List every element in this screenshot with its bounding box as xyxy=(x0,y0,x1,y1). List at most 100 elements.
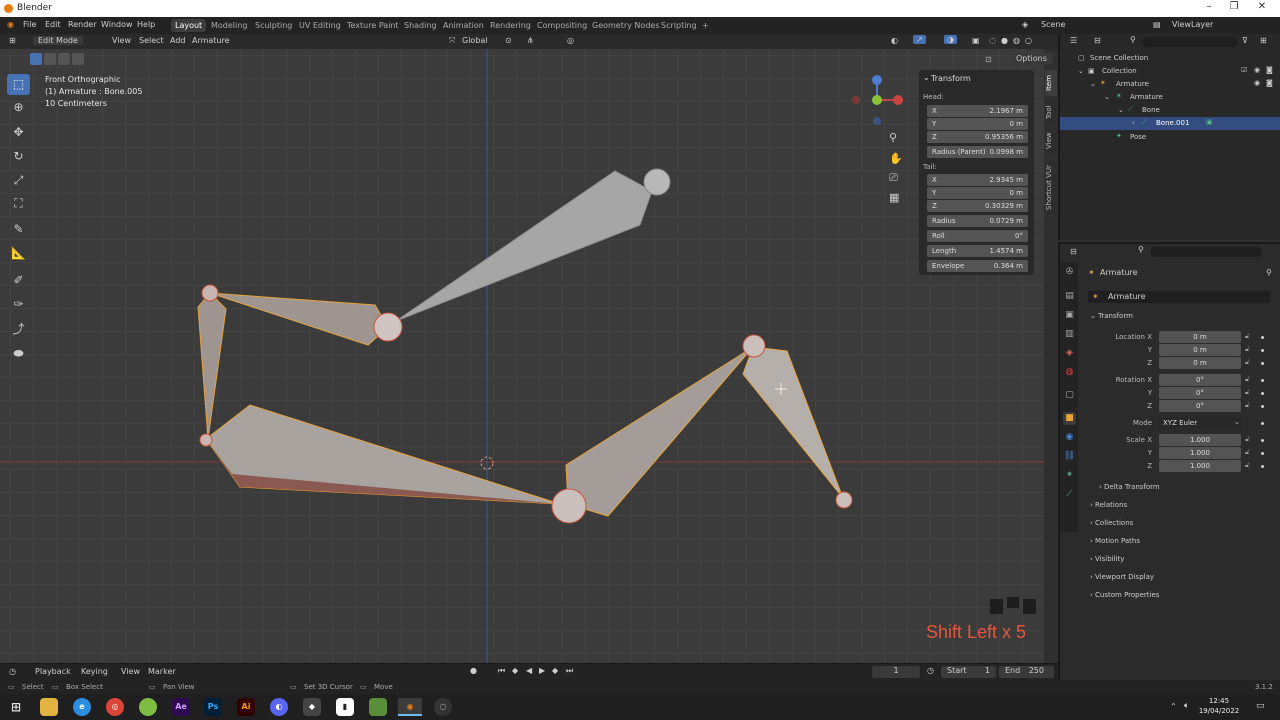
transform-tool-icon[interactable]: ⛶ xyxy=(7,193,30,214)
roll-field[interactable]: Roll 0° xyxy=(927,230,1028,242)
clock-time[interactable]: 12:45 xyxy=(1200,697,1238,705)
head-x-field[interactable]: X 2.1967 m xyxy=(927,105,1028,117)
xray-icon[interactable]: ▣ xyxy=(972,36,980,45)
keyframe-dot-icon[interactable] xyxy=(1261,405,1264,408)
scale-y-field[interactable]: 1.000 xyxy=(1159,447,1241,459)
material-shading-icon[interactable]: ◍ xyxy=(1013,36,1020,45)
after-effects-icon[interactable]: Ae xyxy=(172,698,190,716)
tab-modeling[interactable]: Modeling xyxy=(207,19,251,32)
lock-icon[interactable]: 🔓︎ xyxy=(1245,332,1250,341)
record-icon[interactable]: ● xyxy=(470,666,477,675)
grid-view-icon[interactable]: ▦ xyxy=(889,191,899,204)
display-mode-icon[interactable]: ⊟ xyxy=(1094,36,1101,45)
windows-start-icon[interactable]: ⊞ xyxy=(7,698,25,716)
keyframe-dot-icon[interactable] xyxy=(1261,465,1264,468)
clock-icon[interactable]: ◷ xyxy=(927,666,934,675)
extrude-tool-icon[interactable]: ⤴ xyxy=(7,319,30,340)
menu-select[interactable]: Select xyxy=(139,36,164,45)
tool-tab-icon[interactable]: ✇ xyxy=(1063,266,1076,279)
menu-edit[interactable]: Edit xyxy=(45,20,61,29)
tab-shading[interactable]: Shading xyxy=(400,19,441,32)
scene-selector[interactable]: Scene xyxy=(1041,20,1065,29)
lock-icon[interactable]: 🔓︎ xyxy=(1245,358,1250,367)
scale-tool-icon[interactable]: ⤢ xyxy=(7,170,30,191)
lock-icon[interactable]: 🔓︎ xyxy=(1245,448,1250,457)
location-x-field[interactable]: 0 m xyxy=(1159,331,1241,343)
app-icon[interactable]: ◌ xyxy=(434,698,452,716)
tray-chevron-icon[interactable]: ⌃ xyxy=(1170,702,1177,711)
3d-viewport[interactable]: ⚲ ✋ ⎚ ▦ xyxy=(0,49,1044,663)
render-tab-icon[interactable]: ▤ xyxy=(1063,290,1076,303)
notification-icon[interactable]: ▭ xyxy=(1256,701,1265,711)
cursor-tool-icon[interactable]: ⊕ xyxy=(7,97,30,118)
tab-shortcut-vur[interactable]: Shortcut VUr xyxy=(1045,162,1057,214)
outliner-search-input[interactable] xyxy=(1142,37,1238,47)
minimize-button[interactable]: – xyxy=(1197,1,1221,15)
add-workspace-button[interactable]: + xyxy=(698,19,713,32)
pivot-icon[interactable]: ⊙ xyxy=(505,36,512,45)
bone-envelope-tool-icon[interactable]: ⬬ xyxy=(7,343,30,364)
keyframe-dot-icon[interactable] xyxy=(1261,439,1264,442)
outliner-row[interactable]: ⌄ ▣ Collection ☑ ◉ ◙ xyxy=(1060,65,1280,78)
length-field[interactable]: Length 1.4574 m xyxy=(927,245,1028,257)
outliner-row[interactable]: ⌄ ✶ Armature xyxy=(1060,91,1280,104)
menu-marker[interactable]: Marker xyxy=(148,667,176,676)
lock-icon[interactable]: 🔓︎ xyxy=(1245,435,1250,444)
viewport-display-section[interactable]: › Viewport Display xyxy=(1090,573,1154,581)
keyframe-dot-icon[interactable] xyxy=(1261,349,1264,352)
app-icon[interactable]: ▮ xyxy=(336,698,354,716)
select-subtract-icon[interactable] xyxy=(58,53,70,65)
current-frame-field[interactable]: 1 xyxy=(872,666,920,678)
collapse-chevron-icon[interactable]: ⌄ xyxy=(923,73,930,82)
wireframe-shading-icon[interactable]: ◌ xyxy=(989,36,996,45)
minecraft-icon[interactable] xyxy=(369,698,387,716)
annotate-tool-icon[interactable]: ✎ xyxy=(7,219,30,240)
gizmo-toggle-icon[interactable]: ↗ xyxy=(913,35,926,44)
menu-add[interactable]: Add xyxy=(170,36,186,45)
volume-icon[interactable]: 🔈︎ xyxy=(1184,701,1189,711)
outliner-editor-icon[interactable]: ☰ xyxy=(1070,36,1077,45)
end-frame-field[interactable]: End 250 xyxy=(999,666,1054,678)
view-layer-selector[interactable]: ViewLayer xyxy=(1172,20,1213,29)
camera-render-icon[interactable]: ◙ xyxy=(1266,79,1273,87)
scale-x-field[interactable]: 1.000 xyxy=(1159,434,1241,446)
snap-icon[interactable]: ⋔ xyxy=(527,36,534,45)
menu-keying[interactable]: Keying xyxy=(81,667,108,676)
motion-paths-section[interactable]: › Motion Paths xyxy=(1090,537,1140,545)
outliner-row[interactable]: ⌄ ⟋ Bone xyxy=(1060,104,1280,117)
select-new-icon[interactable] xyxy=(30,53,42,65)
menu-file[interactable]: File xyxy=(23,20,36,29)
view-layer-tab-icon[interactable]: ▥ xyxy=(1063,328,1076,341)
menu-view[interactable]: View xyxy=(121,667,140,676)
select-invert-icon[interactable] xyxy=(72,53,84,65)
edge-icon[interactable]: e xyxy=(73,698,91,716)
rendered-shading-icon[interactable]: ○ xyxy=(1025,36,1032,45)
rotation-y-field[interactable]: 0° xyxy=(1159,387,1241,399)
tab-animation[interactable]: Animation xyxy=(439,19,488,32)
visibility-section[interactable]: › Visibility xyxy=(1090,555,1124,563)
tab-rendering[interactable]: Rendering xyxy=(486,19,535,32)
outliner-row[interactable]: ✦ Pose xyxy=(1060,131,1280,144)
delta-transform-section[interactable]: › Delta Transform xyxy=(1099,483,1160,491)
search-icon[interactable]: ⚲ xyxy=(1130,35,1136,44)
outliner-row-selected[interactable]: › ⟋ Bone.001 ▣ xyxy=(1060,117,1280,130)
collection-tab-icon[interactable]: ▢ xyxy=(1063,389,1076,402)
close-button[interactable]: ✕ xyxy=(1250,1,1274,15)
jump-start-icon[interactable]: ⏮ xyxy=(498,666,505,676)
rotation-z-field[interactable]: 0° xyxy=(1159,400,1241,412)
play-reverse-icon[interactable]: ◀ xyxy=(526,666,532,675)
tab-layout[interactable]: Layout xyxy=(171,19,207,32)
tab-scripting[interactable]: Scripting xyxy=(657,19,701,32)
eye-icon[interactable]: ◉ xyxy=(1254,79,1260,87)
tail-z-field[interactable]: Z 0.30329 m xyxy=(927,200,1028,212)
overlay-toggle-icon[interactable]: ◑ xyxy=(944,35,957,44)
custom-properties-section[interactable]: › Custom Properties xyxy=(1090,591,1159,599)
tab-texture-paint[interactable]: Texture Paint xyxy=(343,19,403,32)
play-icon[interactable]: ▶ xyxy=(539,666,545,675)
photoshop-icon[interactable]: Ps xyxy=(204,698,222,716)
properties-editor-icon[interactable]: ⊟ xyxy=(1070,247,1077,256)
keyframe-dot-icon[interactable] xyxy=(1261,362,1264,365)
measure-tool-icon[interactable]: 📐 xyxy=(7,243,30,264)
mode-selector[interactable]: Edit Mode xyxy=(33,36,83,45)
visibility-icon[interactable]: ◐ xyxy=(891,36,898,45)
